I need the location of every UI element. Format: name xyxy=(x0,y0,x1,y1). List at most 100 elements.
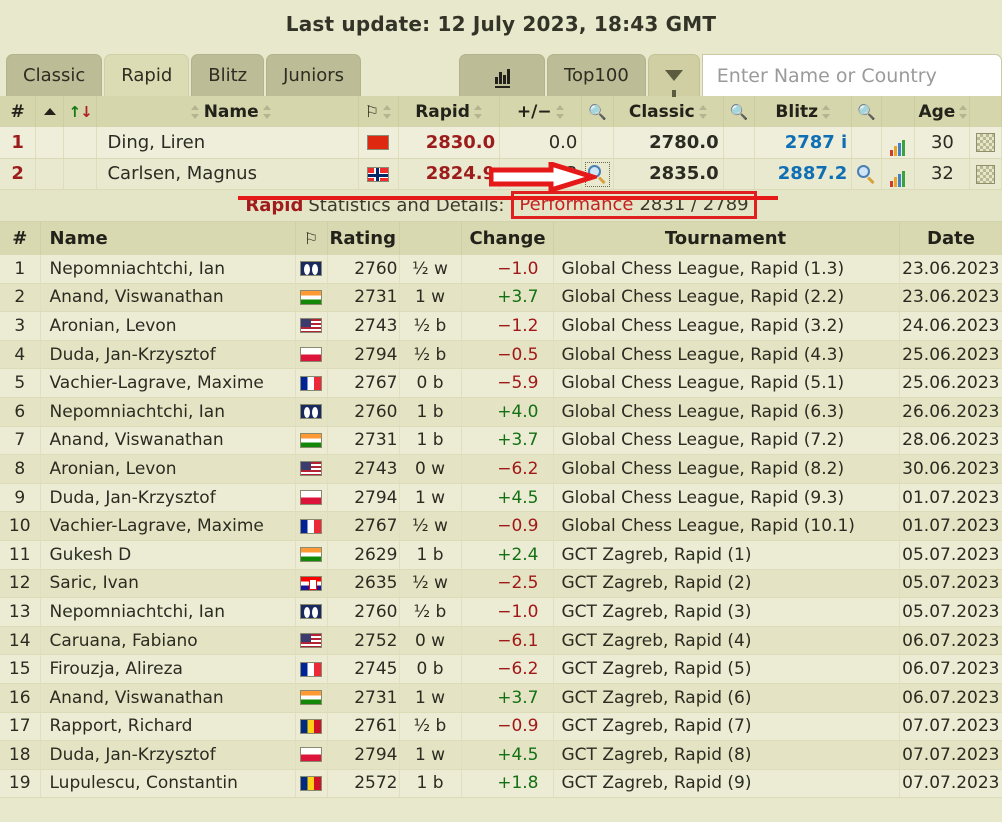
det-col-num[interactable]: # xyxy=(0,221,41,255)
detail-opponent-name[interactable]: Vachier-Lagrave, Maxime xyxy=(40,511,296,541)
detail-tournament[interactable]: Global Chess League, Rapid (2.2) xyxy=(553,283,900,313)
detail-opponent-name[interactable]: Lupulescu, Constantin xyxy=(40,769,296,799)
table-row[interactable]: 13 Nepomniachtchi, Ian 2760 ½ b −1.0 GCT Zagr… xyxy=(0,597,1002,627)
top-table-row[interactable]: 1 Ding, Liren 2830.0 0.0 2780.0 2787 i 3… xyxy=(0,127,1002,159)
col-rapid[interactable]: Rapid xyxy=(398,96,501,127)
top-table-row[interactable]: 2 Carlsen, Magnus 2824.9 −4.3 2835.0 288… xyxy=(0,158,1002,190)
detail-tournament[interactable]: Global Chess League, Rapid (5.1) xyxy=(553,368,900,398)
detail-opponent-name[interactable]: Anand, Viswanathan xyxy=(40,426,296,456)
detail-opponent-name[interactable]: Vachier-Lagrave, Maxime xyxy=(40,368,296,398)
magnifier-icon-blitz-row2[interactable] xyxy=(851,158,882,190)
detail-tournament[interactable]: GCT Zagreb, Rapid (9) xyxy=(553,769,900,799)
table-row[interactable]: 18 Duda, Jan-Krzysztof 2794 1 w +4.5 GCT Zagr… xyxy=(0,740,1002,770)
table-row[interactable]: 11 Gukesh D 2629 1 b +2.4 GCT Zagreb, Rapid (… xyxy=(0,540,1002,570)
detail-tournament[interactable]: Global Chess League, Rapid (7.2) xyxy=(553,426,900,456)
detail-rating: 2731 xyxy=(327,683,400,713)
table-row[interactable]: 15 Firouzja, Alireza 2745 0 b −6.2 GCT Zagreb… xyxy=(0,654,1002,684)
table-row[interactable]: 8 Aronian, Levon 2743 0 w −6.2 Global Chess L… xyxy=(0,454,1002,484)
detail-opponent-name[interactable]: Duda, Jan-Krzysztof xyxy=(40,340,296,370)
detail-opponent-name[interactable]: Nepomniachtchi, Ian xyxy=(40,254,296,284)
det-col-name[interactable]: Name xyxy=(40,221,296,255)
detail-tournament[interactable]: Global Chess League, Rapid (4.3) xyxy=(553,340,900,370)
detail-tournament[interactable]: Global Chess League, Rapid (10.1) xyxy=(553,511,900,541)
detail-opponent-name[interactable]: Rapport, Richard xyxy=(40,712,296,742)
row1-board-button[interactable] xyxy=(969,127,1002,159)
detail-tournament[interactable]: Global Chess League, Rapid (9.3) xyxy=(553,483,900,513)
table-row[interactable]: 12 Saric, Ivan 2635 ½ w −2.5 GCT Zagreb, Rapi… xyxy=(0,569,1002,599)
tab-top100[interactable]: Top100 xyxy=(547,54,646,96)
col-search-classic[interactable]: 🔍 xyxy=(723,96,756,127)
col-classic[interactable]: Classic xyxy=(613,96,724,127)
tab-classic[interactable]: Classic xyxy=(6,54,103,96)
col-name[interactable]: Name xyxy=(96,96,359,127)
detail-opponent-name[interactable]: Anand, Viswanathan xyxy=(40,683,296,713)
table-row[interactable]: 5 Vachier-Lagrave, Maxime 2767 0 b −5.9 Globa… xyxy=(0,368,1002,398)
detail-opponent-name[interactable]: Aronian, Levon xyxy=(40,454,296,484)
detail-opponent-name[interactable]: Gukesh D xyxy=(40,540,296,570)
magnifier-icon-plusminus-row2[interactable] xyxy=(581,158,614,190)
detail-opponent-name[interactable]: Duda, Jan-Krzysztof xyxy=(40,740,296,770)
filter-button[interactable] xyxy=(647,54,700,97)
det-col-rating[interactable]: Rating xyxy=(327,221,400,255)
detail-tournament[interactable]: GCT Zagreb, Rapid (8) xyxy=(553,740,900,770)
detail-change: +3.7 xyxy=(461,683,554,713)
detail-tournament[interactable]: GCT Zagreb, Rapid (1) xyxy=(553,540,900,570)
col-search-blitz[interactable]: 🔍 xyxy=(851,96,882,127)
flag-in-icon xyxy=(300,432,322,448)
detail-opponent-name[interactable]: Firouzja, Alireza xyxy=(40,654,296,684)
detail-opponent-name[interactable]: Saric, Ivan xyxy=(40,569,296,599)
table-row[interactable]: 10 Vachier-Lagrave, Maxime 2767 ½ w −0.9 Glob… xyxy=(0,511,1002,541)
det-col-flag[interactable]: ⚐ xyxy=(295,221,328,255)
detail-tournament[interactable]: GCT Zagreb, Rapid (4) xyxy=(553,626,900,656)
tab-juniors[interactable]: Juniors xyxy=(266,54,362,96)
detail-opponent-name[interactable]: Nepomniachtchi, Ian xyxy=(40,597,296,627)
detail-tournament[interactable]: Global Chess League, Rapid (1.3) xyxy=(553,254,900,284)
table-row[interactable]: 14 Caruana, Fabiano 2752 0 w −6.1 GCT Zagreb,… xyxy=(0,626,1002,656)
col-flag[interactable]: ⚐ xyxy=(358,96,399,127)
detail-opponent-name[interactable]: Caruana, Fabiano xyxy=(40,626,296,656)
detail-tournament[interactable]: Global Chess League, Rapid (3.2) xyxy=(553,311,900,341)
col-plusminus[interactable]: +/− xyxy=(499,96,583,127)
detail-tournament[interactable]: GCT Zagreb, Rapid (5) xyxy=(553,654,900,684)
col-sort-asc[interactable] xyxy=(35,96,64,127)
detail-opponent-name[interactable]: Aronian, Levon xyxy=(40,311,296,341)
table-row[interactable]: 1 Nepomniachtchi, Ian 2760 ½ w −1.0 Global Ch… xyxy=(0,254,1002,284)
detail-opponent-name[interactable]: Anand, Viswanathan xyxy=(40,283,296,313)
col-age[interactable]: Age xyxy=(914,96,971,127)
tab-rapid[interactable]: Rapid xyxy=(104,54,190,96)
detail-tournament[interactable]: GCT Zagreb, Rapid (3) xyxy=(553,597,900,627)
tab-classic-label: Classic xyxy=(23,65,86,86)
det-col-tournament[interactable]: Tournament xyxy=(553,221,900,255)
table-row[interactable]: 4 Duda, Jan-Krzysztof 2794 ½ b −0.5 Global Ch… xyxy=(0,340,1002,370)
table-row[interactable]: 16 Anand, Viswanathan 2731 1 w +3.7 GCT Zagre… xyxy=(0,683,1002,713)
table-row[interactable]: 2 Anand, Viswanathan 2731 1 w +3.7 Global Che… xyxy=(0,283,1002,313)
detail-tournament[interactable]: GCT Zagreb, Rapid (7) xyxy=(553,712,900,742)
row2-chart-button[interactable] xyxy=(881,158,916,190)
detail-tournament[interactable]: Global Chess League, Rapid (8.2) xyxy=(553,454,900,484)
table-row[interactable]: 3 Aronian, Levon 2743 ½ b −1.2 Global Chess L… xyxy=(0,311,1002,341)
col-sort-arrows[interactable]: ↑↓ xyxy=(63,96,98,127)
detail-opponent-name[interactable]: Duda, Jan-Krzysztof xyxy=(40,483,296,513)
col-search-rapid[interactable]: 🔍 xyxy=(581,96,614,127)
tab-chart[interactable] xyxy=(459,54,546,96)
table-row[interactable]: 19 Lupulescu, Constantin 2572 1 b +1.8 GCT Za… xyxy=(0,769,1002,799)
table-row[interactable]: 17 Rapport, Richard 2761 ½ b −0.9 GCT Zagreb,… xyxy=(0,712,1002,742)
row2-name[interactable]: Carlsen, Magnus xyxy=(96,158,359,190)
magnifier-icon xyxy=(585,161,611,187)
row2-board-button[interactable] xyxy=(969,158,1002,190)
table-row[interactable]: 6 Nepomniachtchi, Ian 2760 1 b +4.0 Global Ch… xyxy=(0,397,1002,427)
table-row[interactable]: 7 Anand, Viswanathan 2731 1 b +3.7 Global Che… xyxy=(0,426,1002,456)
detail-opponent-name[interactable]: Nepomniachtchi, Ian xyxy=(40,397,296,427)
detail-tournament[interactable]: GCT Zagreb, Rapid (2) xyxy=(553,569,900,599)
table-row[interactable]: 9 Duda, Jan-Krzysztof 2794 1 w +4.5 Global Ch… xyxy=(0,483,1002,513)
detail-tournament[interactable]: GCT Zagreb, Rapid (6) xyxy=(553,683,900,713)
search-input[interactable] xyxy=(701,54,1002,96)
col-blitz[interactable]: Blitz xyxy=(754,96,853,127)
det-col-date[interactable]: Date xyxy=(899,221,1002,255)
det-col-change[interactable]: Change xyxy=(461,221,554,255)
tab-blitz[interactable]: Blitz xyxy=(191,54,265,96)
detail-tournament[interactable]: Global Chess League, Rapid (6.3) xyxy=(553,397,900,427)
row1-chart-button[interactable] xyxy=(881,127,916,159)
row1-name[interactable]: Ding, Liren xyxy=(96,127,359,159)
col-rank[interactable]: # xyxy=(0,96,37,127)
